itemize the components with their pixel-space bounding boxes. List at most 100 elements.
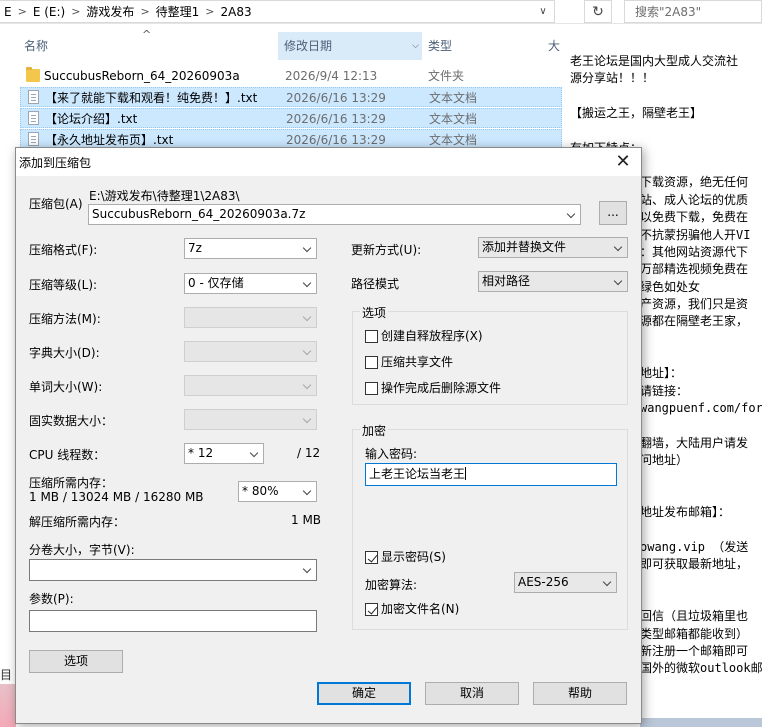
chevron-down-icon[interactable] (299, 274, 316, 293)
options-group: 选项 创建自释放程序(X) 压缩共享文件 操作完成后删除源文件 (352, 304, 628, 405)
document-text-line: 以免费下载，免费在 (640, 210, 749, 225)
document-text-line: 回信（且垃圾箱里也 (640, 609, 749, 624)
file-date: 2026/9/4 12:13 (285, 69, 378, 83)
breadcrumb-item[interactable]: 游戏发布 (82, 3, 138, 20)
taskbar-fragment (640, 718, 762, 727)
chevron-right-icon: > (17, 5, 27, 18)
chevron-down-icon (299, 308, 316, 327)
file-date: 2026/6/16 13:29 (286, 91, 386, 105)
volume-size-label: 分卷大小，字节(V): (29, 543, 135, 557)
encryption-group: 加密 输入密码: 上老王论坛当老王 显示密码(S) 加密算法: AES-256 … (352, 422, 628, 630)
chevron-down-icon[interactable] (599, 573, 616, 592)
ok-button[interactable]: 确定 (317, 682, 411, 705)
file-row-txt-2[interactable]: 【论坛介绍】.txt 2026/6/16 13:29 文本文档 (20, 108, 562, 128)
document-text-line: 老王论坛是国内大型成人交流社 (570, 54, 739, 68)
dialog-title-bar: 添加到压缩包 ✕ (16, 148, 641, 176)
solid-size-label: 固实数据大小： (29, 414, 114, 428)
breadcrumb-item[interactable]: E (E:) (29, 5, 69, 19)
level-select[interactable]: 0 - 仅存储 (184, 273, 317, 294)
address-bar[interactable]: E > E (E:) > 游戏发布 > 待整理1 > 2A83 ∨ (0, 0, 555, 23)
chevron-down-icon[interactable] (563, 205, 580, 224)
chevron-down-icon[interactable]: ∨ (532, 1, 554, 22)
document-text-line: ：其他网站资源代下 (640, 244, 749, 259)
document-text-line: owang.vip （发送 (640, 539, 749, 554)
file-row-folder[interactable]: SuccubusReborn_64_20260903a 2026/9/4 12:… (20, 66, 562, 86)
path-mode-select[interactable]: 相对路径 (478, 271, 628, 292)
address-bar-row: E > E (E:) > 游戏发布 > 待整理1 > 2A83 ∨ ↻ 搜索"2… (0, 0, 762, 24)
browse-button[interactable]: ... (599, 201, 627, 225)
dialog-title: 添加到压缩包 (19, 156, 92, 170)
document-text-line: 万部精选视频免费在 (640, 262, 749, 277)
archive-name-combo[interactable]: SuccubusReborn_64_20260903a.7z (88, 204, 581, 225)
checkbox-checked-icon (365, 551, 378, 564)
document-text-line: 下载资源，绝无任何 (640, 175, 749, 190)
text-cursor (465, 467, 467, 480)
password-input[interactable]: 上老王论坛当老王 (365, 463, 617, 486)
cancel-button[interactable]: 取消 (425, 682, 519, 705)
options-button[interactable]: 选项 (29, 650, 123, 673)
cpu-threads-select[interactable]: * 12 (184, 443, 264, 464)
chevron-down-icon[interactable] (299, 239, 316, 258)
chevron-down-icon[interactable]: ⌵ (412, 32, 419, 60)
breadcrumb-item[interactable]: E (0, 5, 16, 19)
chevron-down-icon[interactable] (299, 560, 316, 579)
help-button[interactable]: 帮助 (533, 682, 627, 705)
path-mode-label: 路径模式 (351, 277, 400, 291)
document-text-line: 请链接： (640, 383, 689, 398)
document-text-line: 翻墙，大陆用户请发 (640, 435, 749, 450)
chevron-right-icon: > (140, 5, 150, 18)
breadcrumb-item[interactable]: 2A83 (217, 5, 256, 19)
encryption-method-select[interactable]: AES-256 (514, 572, 617, 593)
chevron-down-icon (299, 376, 316, 395)
search-input[interactable]: 搜索"2A83" (624, 0, 762, 23)
chevron-down-icon[interactable] (610, 272, 627, 291)
document-text-line: 问地址） (640, 453, 689, 468)
document-text-line: 不抗蒙拐骗他人开VI (640, 227, 751, 242)
breadcrumb-item[interactable]: 待整理1 (152, 3, 204, 20)
file-row-txt-3[interactable]: 【永久地址发布页】.txt 2026/6/16 13:29 文本文档 (20, 129, 562, 149)
file-name: 【论坛介绍】.txt (45, 112, 138, 126)
checkbox-checked-icon (365, 603, 378, 616)
decompress-memory-label: 解压缩所需内存： (29, 515, 126, 529)
column-size[interactable]: 大 (542, 32, 562, 60)
parameters-input[interactable] (29, 610, 317, 632)
close-icon[interactable]: ✕ (611, 150, 635, 174)
checkbox-icon (365, 356, 378, 369)
encryption-method-label: 加密算法: (365, 578, 418, 592)
column-date[interactable]: 修改日期 ⌵ (278, 32, 422, 60)
column-type[interactable]: 类型 (422, 32, 542, 60)
parameters-label: 参数(P): (29, 592, 74, 606)
file-row-txt-1[interactable]: 【来了就能下载和观看！纯免费！】.txt 2026/6/16 13:29 文本文… (20, 87, 562, 107)
chevron-right-icon: > (205, 5, 215, 18)
chevron-down-icon[interactable] (299, 482, 316, 501)
options-group-title: 选项 (360, 304, 389, 321)
format-select[interactable]: 7z (184, 238, 317, 259)
chevron-down-icon (299, 342, 316, 361)
dictionary-label: 字典大小(D): (29, 346, 100, 360)
chevron-down-icon[interactable] (246, 444, 263, 463)
file-type: 文本文档 (429, 112, 478, 126)
refresh-button[interactable]: ↻ (584, 0, 612, 23)
document-text-line: 新注册一个邮箱即可 (640, 643, 749, 658)
document-text-line: 源分享站！！！ (570, 71, 655, 86)
document-text-line: 类型邮箱都能收到） (640, 626, 749, 641)
document-text-line: 国外的微软outlook邮 (640, 661, 762, 676)
column-name[interactable]: 名称 (18, 32, 278, 60)
document-text-line: wangpuenf.com/foru (640, 401, 762, 415)
file-date: 2026/6/16 13:29 (286, 112, 386, 126)
text-file-icon (28, 111, 39, 125)
text-file-icon (28, 90, 39, 104)
volume-size-combo[interactable] (29, 559, 317, 581)
memory-percent-select[interactable]: * 80% (238, 481, 317, 502)
solid-size-select (184, 409, 317, 430)
update-mode-label: 更新方式(U): (351, 243, 422, 257)
format-label: 压缩格式(F): (29, 243, 98, 257)
update-mode-select[interactable]: 添加并替换文件 (478, 237, 628, 258)
archive-label: 压缩包(A) (29, 197, 83, 211)
document-text-line: 地址】： (640, 366, 683, 381)
memory-value: 1 MB / 13024 MB / 16280 MB (29, 490, 204, 504)
word-size-select (184, 375, 317, 396)
document-text-line: 即可获取最新地址， (640, 557, 749, 572)
chevron-down-icon[interactable] (610, 238, 627, 257)
cpu-threads-max: / 12 (297, 446, 321, 460)
